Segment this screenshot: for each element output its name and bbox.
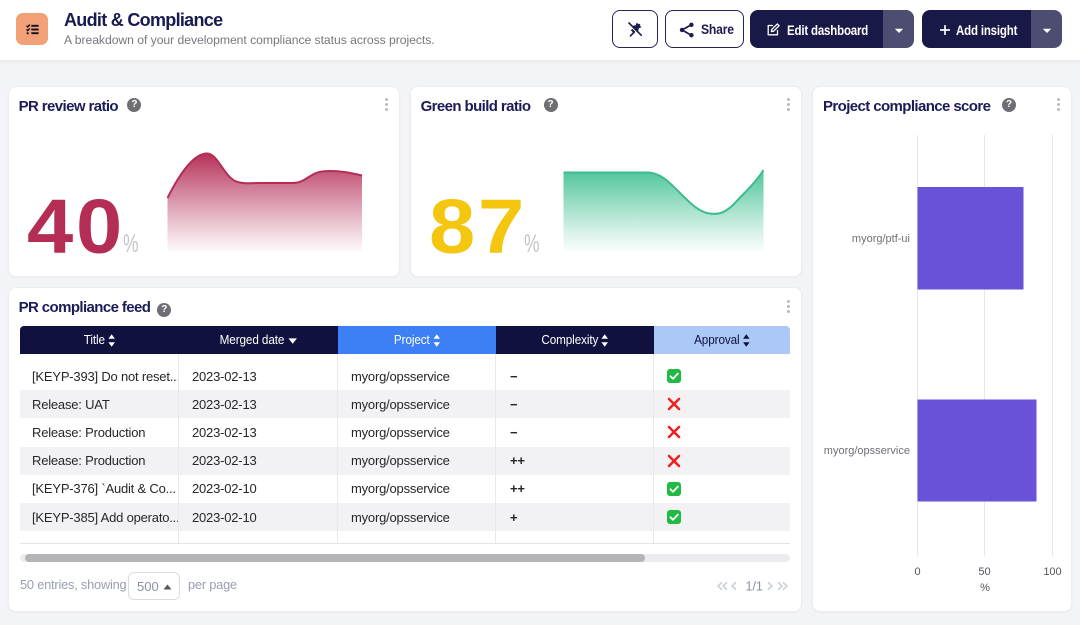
svg-text:1/1: 1/1 [746, 580, 763, 594]
svg-text:0: 0 [914, 566, 920, 578]
svg-text:50: 50 [978, 566, 990, 578]
svg-text:myorg/opsservice: myorg/opsservice [824, 445, 910, 457]
svg-text:100: 100 [1043, 566, 1061, 578]
svg-text:%: % [980, 582, 990, 594]
svg-text:myorg/ptf-ui: myorg/ptf-ui [852, 233, 910, 245]
